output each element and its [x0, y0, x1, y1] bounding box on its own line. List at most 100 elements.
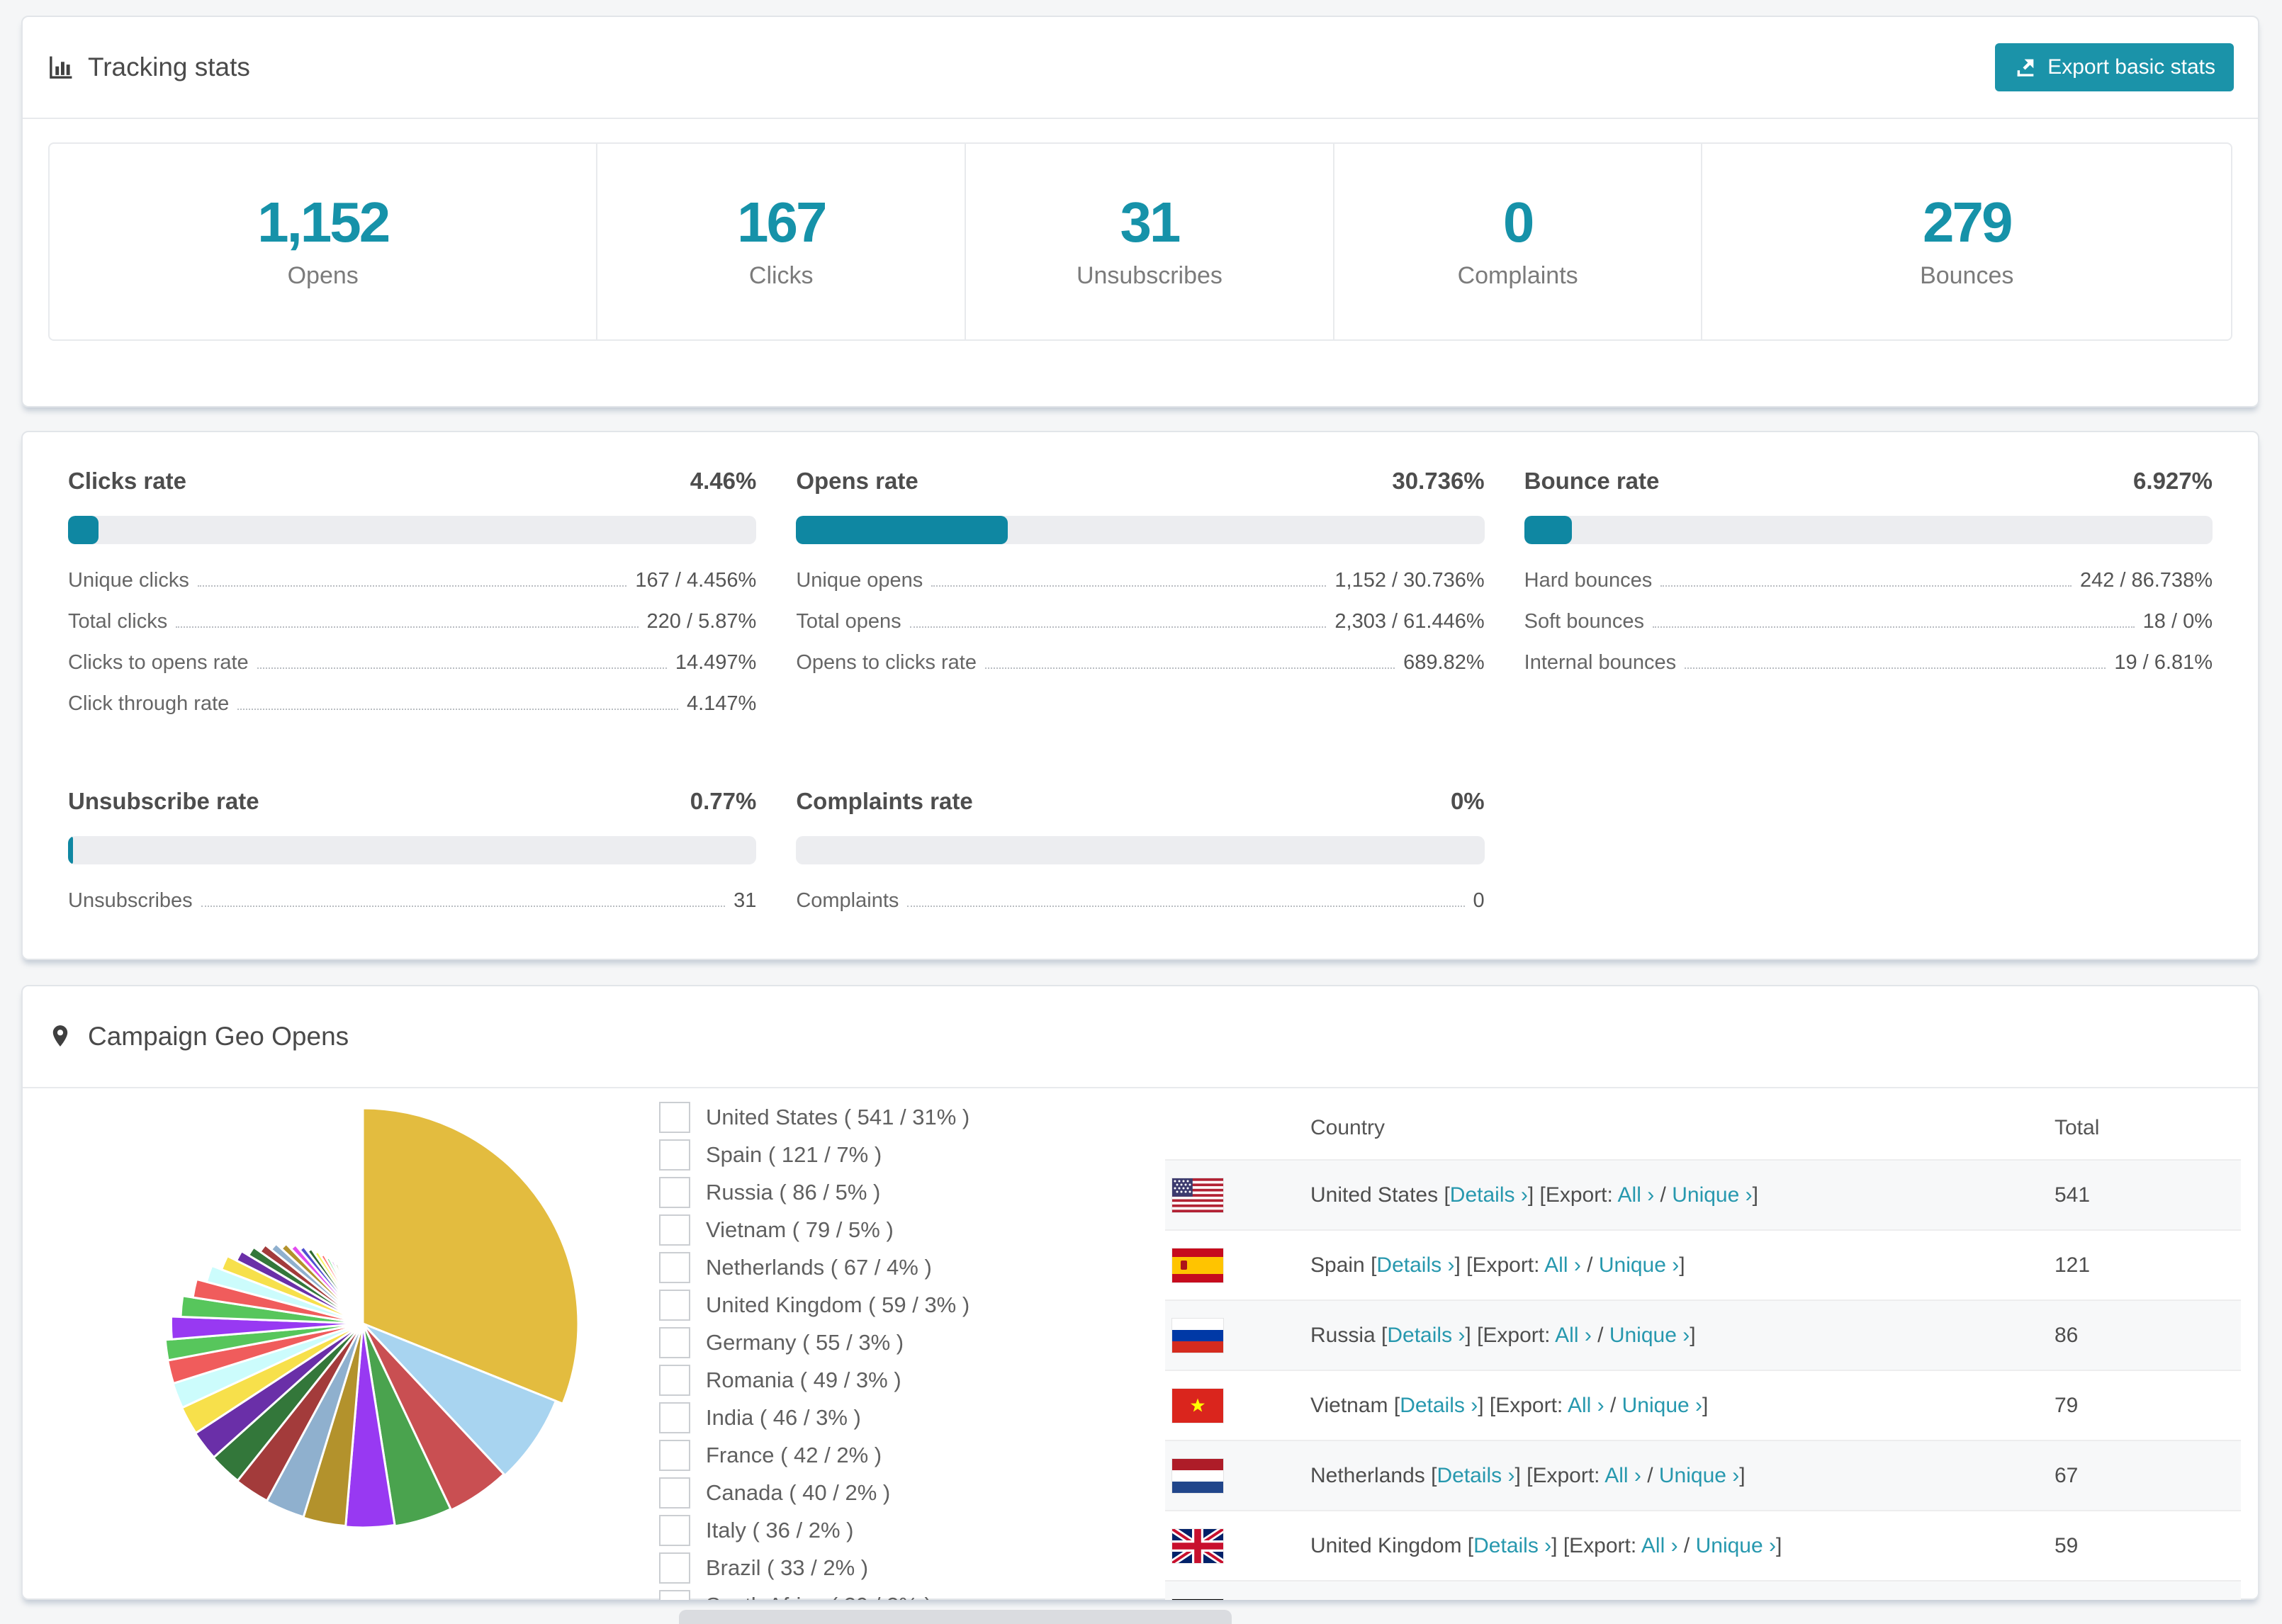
metric-value: 19 / 6.81% — [2114, 650, 2213, 674]
table-row-gb: United Kingdom [Details ›] [Export: All … — [1165, 1510, 2241, 1580]
unsubscribe-rate-heading: Unsubscribe rate 0.77% — [68, 788, 756, 815]
metric-value: 0 — [1473, 889, 1485, 912]
complaints-rate-heading: Complaints rate 0% — [796, 788, 1484, 815]
dotted-leader — [1685, 667, 2106, 669]
tracking-stats-header: Tracking stats Export basic stats — [23, 17, 2258, 119]
metric-value: 242 / 86.738% — [2079, 568, 2213, 592]
country-cell: Vietnam [Details ›] [Export: All › / Uni… — [1310, 1393, 1709, 1417]
dotted-leader — [237, 709, 678, 710]
export-all-link[interactable]: All › — [1544, 1253, 1581, 1277]
legend-item: Romania ( 49 / 3% ) — [659, 1365, 969, 1396]
metric-row: Internal bounces 19 / 6.81% — [1524, 642, 2213, 683]
progress-fill — [68, 516, 99, 544]
complaints-rate-progressbar — [796, 836, 1485, 864]
flag-de-icon — [1172, 1598, 1223, 1600]
country-cell: United States [Details ›] [Export: All ›… — [1310, 1183, 1758, 1207]
export-all-link[interactable]: All › — [1604, 1464, 1641, 1487]
export-all-link[interactable]: All › — [1641, 1534, 1678, 1557]
legend-item: Canada ( 40 / 2% ) — [659, 1477, 969, 1509]
stat-label: Bounces — [1920, 261, 2014, 289]
details-link[interactable]: Details › — [1387, 1324, 1465, 1347]
country-cell: Spain [Details ›] [Export: All › / Uniqu… — [1310, 1253, 1685, 1277]
geo-country-table: Country Total United States [Details ›] … — [1165, 1097, 2241, 1600]
export-basic-stats-button[interactable]: Export basic stats — [1995, 43, 2234, 91]
legend-label: United Kingdom ( 59 / 3% ) — [706, 1292, 970, 1317]
legend-item: United States ( 541 / 31% ) — [659, 1102, 969, 1133]
stat-value: 1,152 — [257, 190, 390, 254]
total-cell: 541 — [2055, 1183, 2091, 1207]
legend-label: Spain ( 121 / 7% ) — [706, 1142, 882, 1167]
complaints-rate-panel: Complaints rate 0% Complaints 0 — [796, 788, 1485, 921]
geo-opens-pie-chart — [164, 1107, 580, 1529]
table-row-es: Spain [Details ›] [Export: All › / Uniqu… — [1165, 1229, 2241, 1299]
unsubscribe-rate-progressbar — [68, 836, 757, 864]
legend-swatch — [659, 1590, 690, 1600]
legend-item: United Kingdom ( 59 / 3% ) — [659, 1290, 970, 1321]
flag-nl-icon — [1172, 1458, 1223, 1493]
legend-swatch — [659, 1365, 690, 1396]
rate-title: Bounce rate — [1524, 468, 1660, 494]
opens-rate-panel: Opens rate 30.736% Unique opens 1,152 / 30.… — [796, 468, 1485, 724]
rate-title: Clicks rate — [68, 468, 186, 494]
bounce-rate-heading: Bounce rate 6.927% — [1524, 468, 2213, 495]
page-title: Tracking stats — [88, 52, 250, 81]
legend-swatch — [659, 1102, 690, 1133]
metric-label: Soft bounces — [1524, 609, 1644, 633]
details-link[interactable]: Details › — [1376, 1253, 1454, 1277]
legend-swatch — [659, 1327, 690, 1358]
metric-value: 689.82% — [1403, 650, 1485, 674]
legend-item: India ( 46 / 3% ) — [659, 1402, 969, 1433]
details-link[interactable]: Details › — [1437, 1464, 1514, 1487]
legend-label: Russia ( 86 / 5% ) — [706, 1180, 881, 1205]
dotted-leader — [984, 667, 1395, 669]
export-all-link[interactable]: All › — [1568, 1394, 1604, 1417]
rate-value: 0% — [1450, 788, 1485, 814]
export-button-label: Export basic stats — [2047, 55, 2215, 79]
country-cell: United Kingdom [Details ›] [Export: All … — [1310, 1533, 1782, 1557]
export-unique-link[interactable]: Unique › — [1659, 1464, 1739, 1487]
rate-title: Complaints rate — [796, 788, 973, 814]
export-unique-link[interactable]: Unique › — [1622, 1394, 1702, 1417]
flag-vn-icon — [1172, 1388, 1223, 1423]
dotted-leader — [907, 906, 1465, 907]
metric-row: Click through rate 4.147% — [68, 683, 756, 724]
legend-label: Germany ( 55 / 3% ) — [706, 1330, 904, 1355]
stat-opens: 1,152 Opens — [50, 144, 598, 339]
dotted-leader — [197, 585, 627, 587]
metric-value: 1,152 / 30.736% — [1334, 568, 1485, 592]
export-unique-link[interactable]: Unique › — [1609, 1324, 1690, 1347]
export-unique-link[interactable]: Unique › — [1599, 1253, 1679, 1277]
country-cell: Netherlands [Details ›] [Export: All › /… — [1310, 1463, 1746, 1487]
stat-label: Complaints — [1457, 261, 1578, 289]
legend-swatch — [659, 1515, 690, 1546]
clicks-rate-rows: Unique clicks 167 / 4.456% Total clicks 220… — [68, 560, 756, 724]
details-link[interactable]: Details › — [1400, 1394, 1478, 1417]
rate-title: Unsubscribe rate — [68, 788, 259, 814]
metric-label: Complaints — [796, 889, 899, 912]
unsubscribe-rate-panel: Unsubscribe rate 0.77% Unsubscribes 31 — [68, 788, 757, 921]
total-cell: 86 — [2055, 1323, 2079, 1347]
details-link[interactable]: Details › — [1450, 1183, 1528, 1207]
metric-value: 4.147% — [686, 692, 757, 715]
metric-label: Hard bounces — [1524, 568, 1653, 592]
export-all-link[interactable]: All › — [1618, 1183, 1655, 1207]
rate-value: 0.77% — [690, 788, 757, 814]
rates-card: Clicks rate 4.46% Unique clicks 167 / 4.456… — [21, 431, 2259, 960]
metric-value: 220 / 5.87% — [646, 609, 757, 633]
legend-item: Germany ( 55 / 3% ) — [659, 1327, 969, 1358]
legend-swatch — [659, 1139, 690, 1171]
export-unique-link[interactable]: Unique › — [1672, 1183, 1752, 1207]
metric-label: Internal bounces — [1524, 650, 1677, 674]
legend-swatch — [659, 1177, 690, 1208]
legend-item: Netherlands ( 67 / 4% ) — [659, 1252, 969, 1283]
dotted-leader — [257, 667, 667, 669]
progress-fill — [1524, 516, 1572, 544]
details-link[interactable]: Details › — [1473, 1534, 1551, 1557]
export-all-link[interactable]: All › — [1555, 1324, 1592, 1347]
legend-label: Romania ( 49 / 3% ) — [706, 1368, 901, 1392]
legend-swatch — [659, 1214, 690, 1246]
export-unique-link[interactable]: Unique › — [1696, 1534, 1776, 1557]
progress-fill — [796, 516, 1008, 544]
bounce-rate-panel: Bounce rate 6.927% Hard bounces 242 / 86.73… — [1524, 468, 2213, 724]
metric-value: 14.497% — [675, 650, 757, 674]
